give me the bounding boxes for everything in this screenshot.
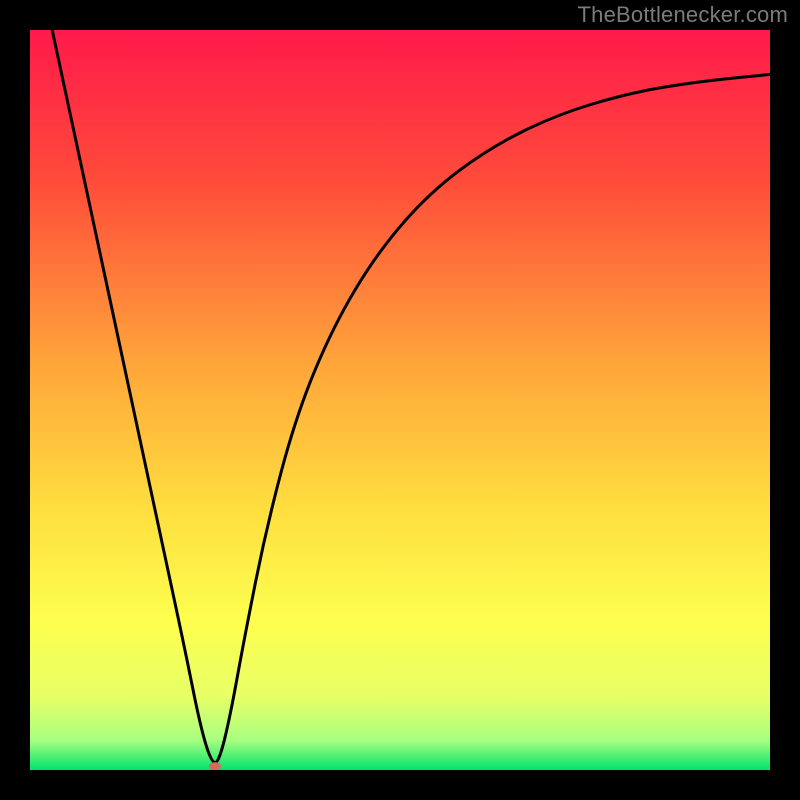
bottleneck-chart	[30, 30, 770, 770]
watermark-text: TheBottlenecker.com	[578, 2, 788, 28]
chart-frame: TheBottlenecker.com	[0, 0, 800, 800]
gradient-background	[30, 30, 770, 770]
optimal-marker	[209, 762, 221, 770]
plot-area	[30, 30, 770, 770]
